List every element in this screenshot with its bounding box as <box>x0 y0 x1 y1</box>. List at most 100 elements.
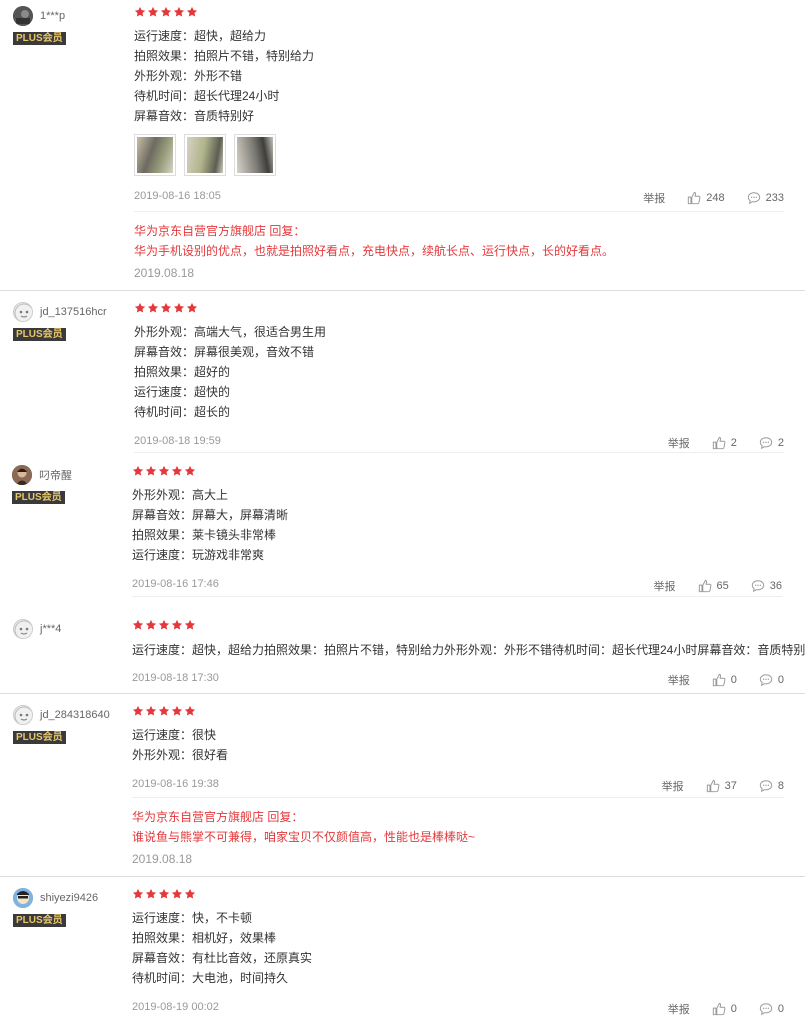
like-count: 248 <box>706 192 725 204</box>
thumbs-up-icon <box>698 579 712 593</box>
like-count: 0 <box>730 1003 737 1015</box>
star-icon <box>134 6 146 19</box>
comment-button[interactable]: 233 <box>747 191 784 205</box>
review-image-thumbnail[interactable] <box>184 134 226 176</box>
comment-count: 0 <box>777 674 784 686</box>
review-line: 运行速度：很快 <box>132 728 217 742</box>
review-image-thumbnail[interactable] <box>134 134 176 176</box>
star-icon <box>171 888 183 901</box>
like-count: 37 <box>724 780 737 792</box>
review-images <box>134 134 784 176</box>
comment-button[interactable]: 0 <box>759 673 784 687</box>
like-button[interactable]: 2 <box>712 436 737 450</box>
divider <box>134 452 784 453</box>
comment-count: 36 <box>769 580 782 592</box>
user-name[interactable]: shiyezi9426 <box>40 892 98 904</box>
star-icon <box>132 888 144 901</box>
divider <box>134 211 784 212</box>
star-icon <box>145 888 157 901</box>
plus-member-badge: PLUS会员 <box>13 731 66 744</box>
thumbs-up-icon <box>706 779 720 793</box>
star-icon <box>171 705 183 718</box>
comment-icon <box>759 1002 773 1016</box>
plus-member-badge: PLUS会员 <box>13 914 66 927</box>
report-button[interactable]: 举报 <box>668 1001 690 1017</box>
review-line: 拍照效果：拍照片不错，特别给力 <box>134 49 315 63</box>
review-line: 外形外观：高端大气，很适合男生用 <box>134 325 327 339</box>
like-button[interactable]: 0 <box>712 1002 737 1016</box>
comment-count: 0 <box>777 1003 784 1015</box>
user-avatar[interactable] <box>13 6 33 26</box>
review-line: 屏幕音效：音质特别好 <box>134 109 255 123</box>
review-line: 拍照效果：超好的 <box>134 365 231 379</box>
seller-reply: 华为京东自营官方旗舰店 回复： 华为手机设别的优点，也就是拍照好看点，充电快点，… <box>134 221 784 283</box>
seller-reply: 华为京东自营官方旗舰店 回复： 谁说鱼与熊掌不可兼得，咱家宝贝不仅颜值高，性能也… <box>132 807 782 869</box>
review-line: 运行速度：超快的 <box>134 385 231 399</box>
star-rating <box>134 6 784 19</box>
comment-icon <box>759 673 773 687</box>
user-avatar[interactable] <box>13 302 33 322</box>
user-avatar[interactable] <box>13 705 33 725</box>
report-button[interactable]: 举报 <box>668 672 690 688</box>
star-rating <box>132 619 784 632</box>
report-button[interactable]: 举报 <box>668 435 690 451</box>
user-name[interactable]: 1***p <box>40 10 65 22</box>
divider <box>132 797 784 798</box>
report-button[interactable]: 举报 <box>662 778 684 794</box>
like-button[interactable]: 0 <box>712 673 737 687</box>
user-name[interactable]: j***4 <box>40 623 61 635</box>
review-separator <box>0 693 805 694</box>
user-avatar[interactable] <box>13 888 33 908</box>
user-name[interactable]: jd_284318640 <box>40 709 110 721</box>
star-rating <box>132 465 782 478</box>
review-line: 外形外观：很好看 <box>132 748 229 762</box>
review-line: 拍照效果：莱卡镜头非常棒 <box>132 528 277 542</box>
review-user: 1***p PLUS会员 <box>13 6 123 45</box>
review-line: 屏幕音效：有杜比音效，还原真实 <box>132 951 313 965</box>
like-button[interactable]: 248 <box>687 191 725 205</box>
user-name[interactable]: jd_137516hcr <box>40 306 107 318</box>
like-count: 2 <box>730 437 737 449</box>
star-icon <box>158 465 170 478</box>
review-date: 2019-08-18 17:30 <box>132 672 219 684</box>
review-date: 2019-08-16 19:38 <box>132 778 219 790</box>
like-button[interactable]: 37 <box>706 779 737 793</box>
review-date: 2019-08-16 17:46 <box>132 578 219 590</box>
review-user: j***4 <box>13 619 123 639</box>
report-button[interactable]: 举报 <box>643 190 665 206</box>
comment-button[interactable]: 2 <box>759 436 784 450</box>
star-icon <box>134 302 146 315</box>
star-icon <box>173 302 185 315</box>
star-icon <box>184 705 196 718</box>
review-user: jd_284318640 PLUS会员 <box>13 705 123 744</box>
review-image-thumbnail[interactable] <box>234 134 276 176</box>
report-button[interactable]: 举报 <box>654 578 676 594</box>
review-user: jd_137516hcr PLUS会员 <box>13 302 123 341</box>
user-avatar[interactable] <box>12 465 32 485</box>
star-rating <box>134 302 784 315</box>
review-line: 待机时间：超长代理24小时 <box>134 89 280 103</box>
comment-button[interactable]: 8 <box>759 779 784 793</box>
star-icon <box>132 465 144 478</box>
comment-button[interactable]: 36 <box>751 579 782 593</box>
thumbs-up-icon <box>712 1002 726 1016</box>
comment-count: 8 <box>777 780 784 792</box>
reply-text: 谁说鱼与熊掌不可兼得，咱家宝贝不仅颜值高，性能也是棒棒哒~ <box>132 830 476 844</box>
review-separator <box>0 876 805 877</box>
like-button[interactable]: 65 <box>698 579 729 593</box>
comment-button[interactable]: 0 <box>759 1002 784 1016</box>
thumbs-up-icon <box>712 436 726 450</box>
review-date: 2019-08-18 19:59 <box>134 435 221 447</box>
review-line: 运行速度：超快，超给力拍照效果：拍照片不错，特别给力外形外观：外形不错待机时间：… <box>132 643 805 657</box>
review-user: shiyezi9426 PLUS会员 <box>13 888 123 927</box>
star-rating <box>132 705 784 718</box>
star-icon <box>158 705 170 718</box>
comment-icon <box>747 191 761 205</box>
star-icon <box>184 465 196 478</box>
user-avatar[interactable] <box>13 619 33 639</box>
star-icon <box>158 888 170 901</box>
star-icon <box>145 705 157 718</box>
star-icon <box>132 619 144 632</box>
user-name[interactable]: 叼帝醒 <box>39 467 72 483</box>
review-date: 2019-08-16 18:05 <box>134 190 221 202</box>
